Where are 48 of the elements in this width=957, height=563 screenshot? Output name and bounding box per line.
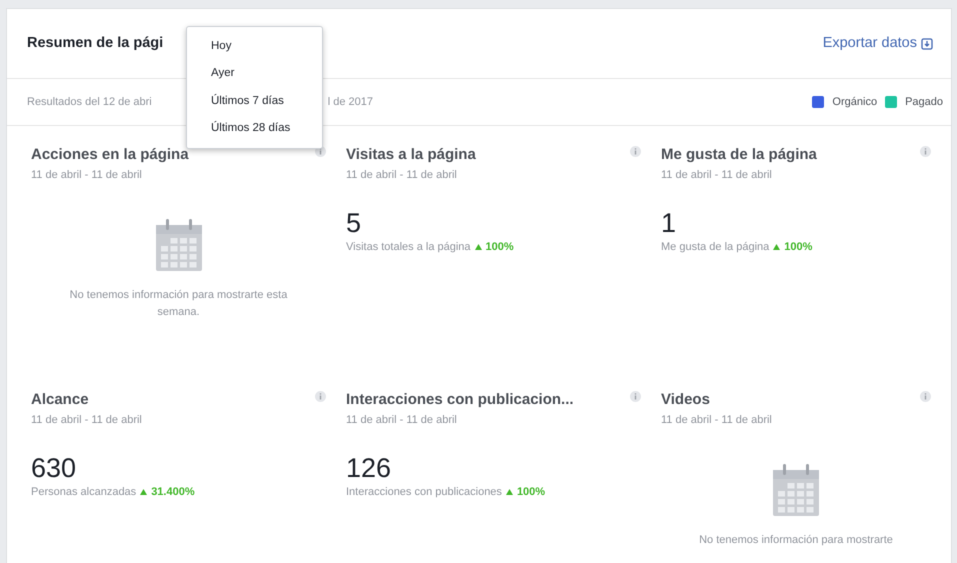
- menu-item[interactable]: Últimos 28 días: [187, 114, 322, 142]
- metric-value: 126: [346, 454, 392, 484]
- info-icon[interactable]: [920, 146, 931, 157]
- up-triangle-icon: [506, 488, 513, 495]
- info-icon[interactable]: [630, 391, 641, 402]
- metric-caption: Interacciones con publicaciones: [346, 484, 502, 500]
- calendar-icon: [156, 219, 202, 271]
- card-date-range: 11 de abril - 11 de abril: [661, 412, 772, 428]
- metric-value: 630: [31, 454, 78, 484]
- date-range-text: l de 2017: [328, 94, 374, 110]
- card-date-range: 11 de abril - 11 de abril: [661, 168, 773, 182]
- page-summary-title: Resumen de la pági: [27, 34, 164, 53]
- change-percentage: 100%: [516, 484, 546, 500]
- export-data-link[interactable]: Exportar datos: [822, 32, 933, 54]
- up-triangle-icon: [474, 244, 482, 250]
- info-icon[interactable]: [315, 391, 326, 402]
- metric-value: 1: [661, 209, 678, 239]
- up-triangle-icon: [140, 488, 148, 495]
- metric-caption: Personas alcanzadas: [31, 484, 136, 500]
- card-title: Alcance: [31, 390, 90, 410]
- menu-item[interactable]: Últimos 7 días: [187, 88, 322, 115]
- card-title: Interacciones con publicacion...: [346, 390, 574, 410]
- metric-caption: Me gusta de la página: [661, 240, 770, 255]
- info-icon[interactable]: [920, 391, 931, 402]
- export-icon: [921, 38, 933, 50]
- card-title: Me gusta de la página: [661, 145, 817, 165]
- empty-state-message: No tenemos información para mostrarte esta semana.: [68, 288, 288, 320]
- card-date-range: 11 de abril - 11 de abril: [346, 168, 458, 182]
- card-date-range: 11 de abril - 11 de abril: [31, 412, 142, 428]
- date-range-text: Resultados del 12 de abri: [27, 94, 152, 110]
- legend-label: Pagado: [905, 94, 943, 110]
- metric-caption: Visitas totales a la página: [346, 240, 471, 255]
- legend-label: Orgánico: [832, 94, 878, 110]
- empty-state-message: No tenemos información para mostrarte: [699, 533, 893, 548]
- change-percentage: 100%: [486, 240, 514, 255]
- card-date-range: 11 de abril - 11 de abril: [31, 168, 143, 182]
- calendar-icon: [773, 464, 819, 516]
- menu-item[interactable]: Hoy: [187, 33, 322, 60]
- card-title: Acciones en la página: [31, 145, 189, 165]
- change-percentage: 100%: [784, 240, 812, 255]
- card-date-range: 11 de abril - 11 de abril: [346, 412, 458, 428]
- change-percentage: 31.400%: [151, 484, 195, 500]
- card-title: Videos: [661, 390, 711, 410]
- card-title: Visitas a la página: [346, 145, 476, 165]
- metric-value: 5: [346, 209, 362, 239]
- info-icon[interactable]: [630, 146, 641, 157]
- menu-item[interactable]: Ayer: [187, 60, 322, 88]
- up-triangle-icon: [773, 244, 780, 250]
